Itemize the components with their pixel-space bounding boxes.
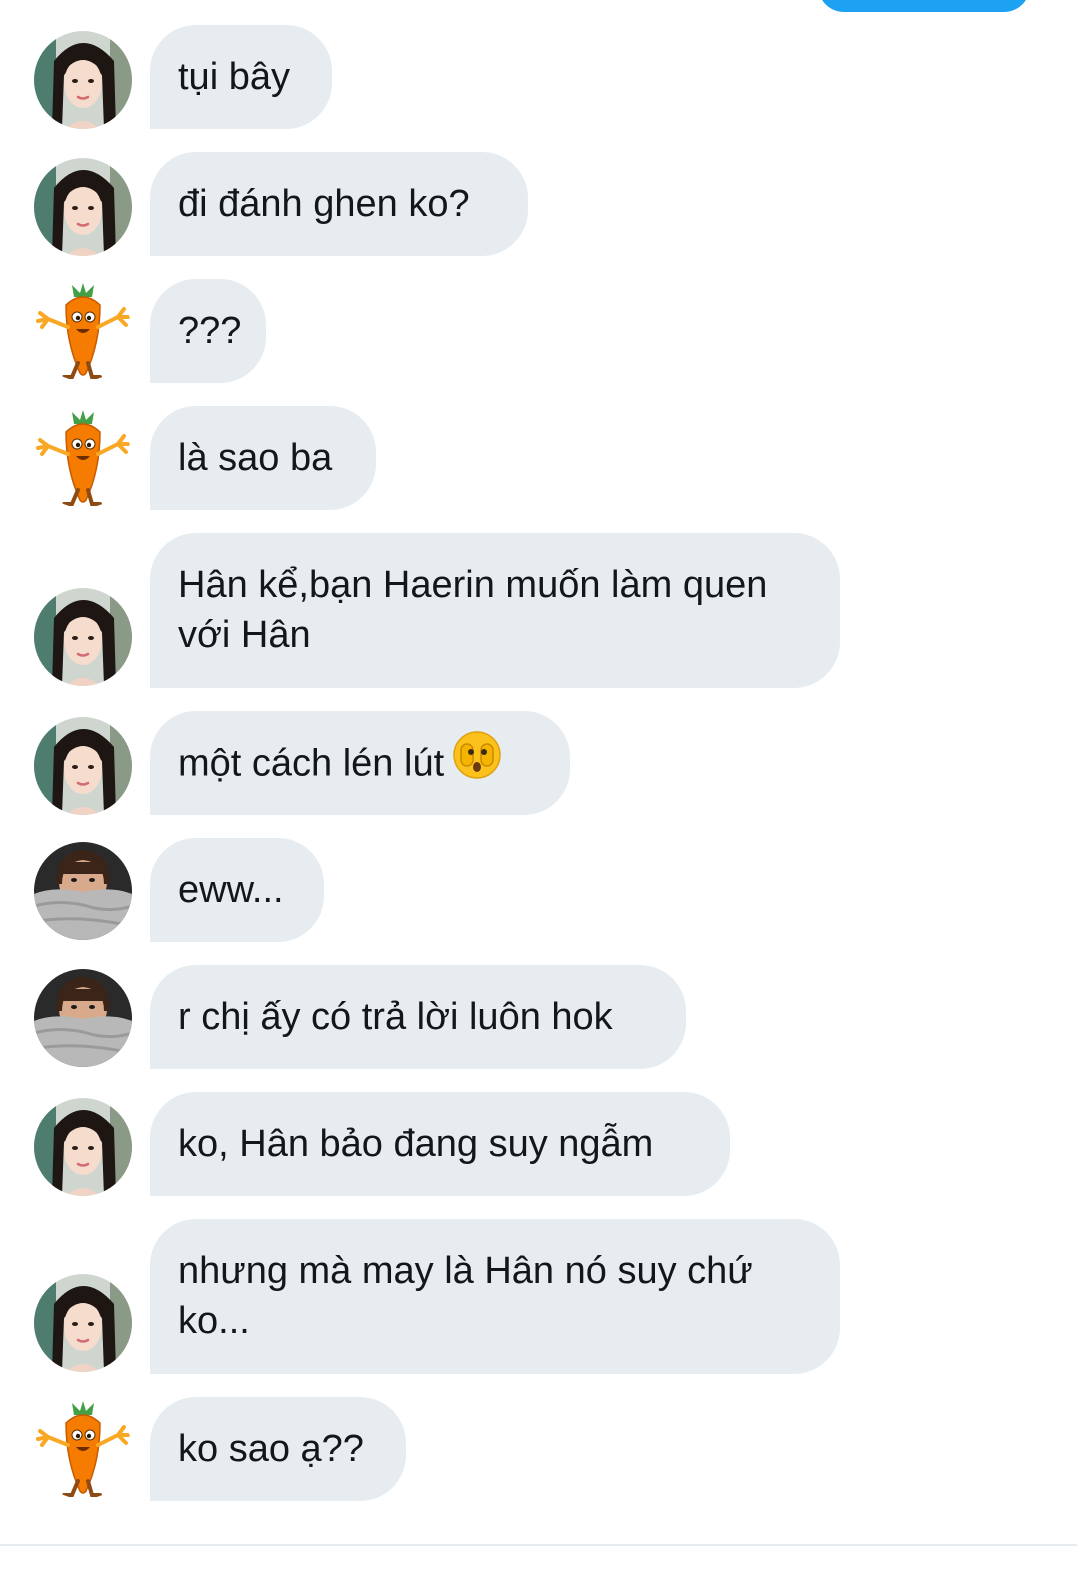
message-text: ko sao ạ??	[178, 1428, 364, 1470]
avatar-carrot[interactable]	[34, 1401, 132, 1499]
avatar-girl[interactable]	[34, 31, 132, 129]
message-bubble[interactable]: tụi bây	[150, 25, 332, 129]
message-text: nhưng mà may là Hân nó suy chứ ko...	[178, 1250, 753, 1342]
message-row: nhưng mà may là Hân nó suy chứ ko...	[0, 1219, 1077, 1374]
message-row: là sao ba	[0, 406, 1077, 510]
avatar-girl[interactable]	[34, 717, 132, 815]
avatar-carrot[interactable]	[34, 410, 132, 508]
message-bubble[interactable]: nhưng mà may là Hân nó suy chứ ko...	[150, 1219, 840, 1374]
message-text: ko, Hân bảo đang suy ngẫm	[178, 1123, 654, 1165]
message-bubble[interactable]: r chị ấy có trả lời luôn hok	[150, 965, 686, 1069]
message-bubble[interactable]: ???	[150, 279, 266, 383]
message-row: ko sao ạ??	[0, 1397, 1077, 1501]
message-bubble[interactable]: một cách lén lút	[150, 711, 570, 815]
message-bubble[interactable]: đi đánh ghen ko?	[150, 152, 528, 256]
message-row: r chị ấy có trả lời luôn hok	[0, 965, 1077, 1069]
message-text: r chị ấy có trả lời luôn hok	[178, 996, 613, 1038]
message-bubble[interactable]: là sao ba	[150, 406, 376, 510]
message-text: ???	[178, 310, 242, 352]
message-row: ko, Hân bảo đang suy ngẫm	[0, 1092, 1077, 1196]
message-text: tụi bây	[178, 56, 290, 98]
message-row: Hân kể,bạn Haerin muốn làm quen với Hân	[0, 533, 1077, 688]
avatar-girl[interactable]	[34, 158, 132, 256]
message-text: eww...	[178, 869, 284, 911]
message-text: đi đánh ghen ko?	[178, 183, 470, 225]
message-row: tụi bây	[0, 25, 1077, 129]
message-text: là sao ba	[178, 437, 333, 479]
message-row: eww...	[0, 838, 1077, 942]
avatar-girl[interactable]	[34, 1098, 132, 1196]
avatar-carrot[interactable]	[34, 283, 132, 381]
message-bubble[interactable]: ko, Hân bảo đang suy ngẫm	[150, 1092, 730, 1196]
sent-message-bubble-edge	[818, 0, 1030, 12]
divider	[0, 1544, 1077, 1546]
avatar-blanket[interactable]	[34, 969, 132, 1067]
message-text: một cách lén lút	[178, 742, 445, 785]
message-bubble[interactable]: ko sao ạ??	[150, 1397, 406, 1501]
avatar-girl[interactable]	[34, 588, 132, 686]
message-row: ???	[0, 279, 1077, 383]
message-text: Hân kể,bạn Haerin muốn làm quen với Hân	[178, 564, 768, 656]
message-bubble[interactable]: Hân kể,bạn Haerin muốn làm quen với Hân	[150, 533, 840, 688]
message-bubble[interactable]: eww...	[150, 838, 324, 942]
message-row: một cách lén lút	[0, 711, 1077, 815]
avatar-blanket[interactable]	[34, 842, 132, 940]
face-peeking-through-hands-icon	[452, 730, 502, 793]
avatar-girl[interactable]	[34, 1274, 132, 1372]
message-row: đi đánh ghen ko?	[0, 152, 1077, 256]
